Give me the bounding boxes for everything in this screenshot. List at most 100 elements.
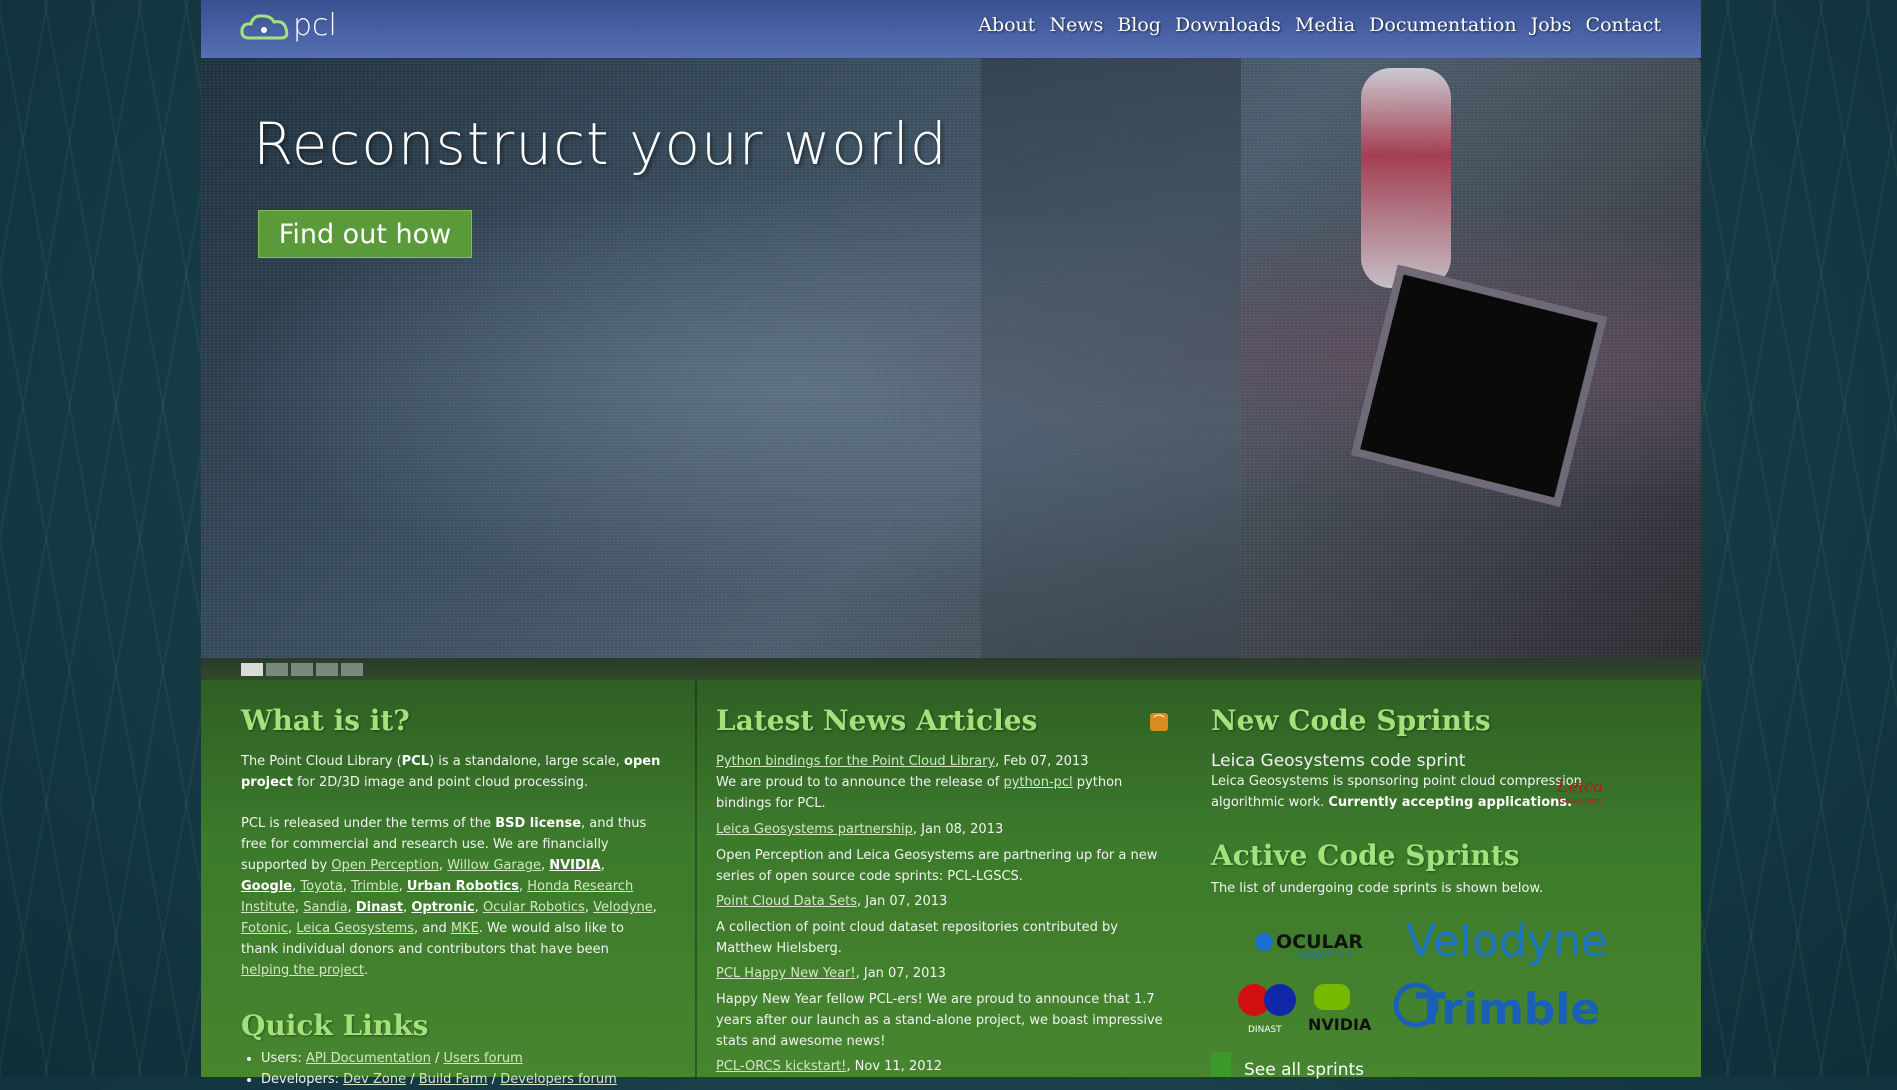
supporter-link[interactable]: Ocular Robotics bbox=[483, 900, 585, 915]
header: pcl About News Blog Downloads Media Docu… bbox=[201, 0, 1701, 58]
text: / bbox=[406, 1072, 419, 1087]
nav-contact[interactable]: Contact bbox=[1586, 14, 1661, 36]
slider-bar bbox=[201, 658, 1701, 680]
active-sprints-text: The list of undergoing code sprints is s… bbox=[1211, 881, 1544, 896]
pcl-logo[interactable]: pcl bbox=[239, 8, 349, 46]
supporter-link[interactable]: Google bbox=[241, 879, 292, 894]
text: and bbox=[422, 921, 451, 936]
trimble-logo[interactable]: Trimble bbox=[1393, 982, 1600, 1035]
supporter-link[interactable]: Leica Geosystems bbox=[296, 921, 414, 936]
what-license: PCL is released under the terms of the B… bbox=[241, 816, 657, 978]
supporter-link[interactable]: Optronic bbox=[411, 900, 474, 915]
new-sprints-heading: New Code Sprints bbox=[1211, 704, 1491, 737]
velodyne-logo[interactable]: Velodyne bbox=[1406, 920, 1608, 967]
text: Users: bbox=[261, 1051, 306, 1066]
column-code-sprints: New Code Sprints Leica Geosystems code s… bbox=[1211, 680, 1661, 1080]
sprint-desc: Leica Geosystems is sponsoring point clo… bbox=[1211, 771, 1591, 813]
sponsor-logos: OCULAR ROBOTICS Velodyne DINAST NVIDIA T… bbox=[1238, 920, 1608, 1035]
text: / bbox=[430, 1051, 444, 1066]
slide-dot-2[interactable] bbox=[266, 663, 288, 676]
supporter-link[interactable]: Sandia bbox=[303, 900, 347, 915]
see-all-sprints-marker[interactable] bbox=[1211, 1052, 1231, 1077]
helping-link[interactable]: helping the project bbox=[241, 963, 364, 978]
news-title-link[interactable]: Point Cloud Data Sets bbox=[716, 894, 857, 909]
news-item-4: PCL Happy New Year!, Jan 07, 2013 bbox=[716, 963, 1176, 984]
supporter-link[interactable]: Open Perception bbox=[331, 858, 439, 873]
rss-icon[interactable] bbox=[1150, 712, 1168, 731]
text: PCL is released under the terms of the bbox=[241, 816, 496, 831]
supporter-link[interactable]: Dinast bbox=[356, 900, 403, 915]
active-sprints-heading: Active Code Sprints bbox=[1211, 839, 1520, 872]
nav-about[interactable]: About bbox=[978, 14, 1035, 36]
supporter-link[interactable]: NVIDIA bbox=[549, 858, 600, 873]
slide-dot-1[interactable] bbox=[241, 663, 263, 676]
supporter-link[interactable]: Toyota bbox=[300, 879, 342, 894]
news-heading: Latest News Articles bbox=[716, 704, 1038, 737]
news-title-link[interactable]: PCL-ORCS kickstart! bbox=[716, 1059, 846, 1074]
news-title-link[interactable]: PCL Happy New Year! bbox=[716, 966, 856, 981]
news-item-3: Point Cloud Data Sets, Jan 07, 2013 bbox=[716, 891, 1176, 912]
text: ) is a standalone, large scale, bbox=[429, 754, 625, 769]
slide-dot-5[interactable] bbox=[341, 663, 363, 676]
dev-forum-link[interactable]: Developers forum bbox=[500, 1072, 617, 1087]
nav-news[interactable]: News bbox=[1049, 14, 1103, 36]
what-heading: What is it? bbox=[241, 704, 410, 737]
python-pcl-link[interactable]: python-pcl bbox=[1003, 775, 1072, 790]
nav-documentation[interactable]: Documentation bbox=[1369, 14, 1516, 36]
nav-blog[interactable]: Blog bbox=[1117, 14, 1161, 36]
hero-scene-figure bbox=[1361, 68, 1451, 288]
news-date: , Nov 11, 2012 bbox=[846, 1059, 943, 1074]
nvidia-logo-text: NVIDIA bbox=[1308, 1015, 1372, 1034]
slide-dot-4[interactable] bbox=[316, 663, 338, 676]
news-date: , Jan 07, 2013 bbox=[855, 966, 946, 981]
dinast-logo-text: DINAST bbox=[1248, 1025, 1282, 1035]
see-all-sprints-link[interactable]: See all sprints bbox=[1244, 1060, 1364, 1080]
api-docs-link[interactable]: API Documentation bbox=[306, 1051, 431, 1066]
leica-logo-subtext: Geosystems bbox=[1559, 797, 1602, 805]
news-date: , Jan 08, 2013 bbox=[912, 822, 1004, 837]
supporter-link[interactable]: Willow Garage bbox=[447, 858, 541, 873]
hero-banner: Reconstruct your world Find out how bbox=[201, 58, 1701, 658]
hero-title: Reconstruct your world bbox=[253, 110, 948, 178]
trimble-logo-text: Trimble bbox=[1416, 984, 1600, 1035]
velodyne-logo-text: Velodyne bbox=[1406, 920, 1608, 967]
mke-link[interactable]: MKE bbox=[451, 921, 479, 936]
text: Developers: bbox=[261, 1072, 344, 1087]
text: We are proud to to announce the release … bbox=[716, 775, 1004, 790]
news-item-1: Python bindings for the Point Cloud Libr… bbox=[716, 751, 1176, 772]
news-title-link[interactable]: Python bindings for the Point Cloud Libr… bbox=[716, 754, 995, 769]
accepting-bold: Currently accepting applications. bbox=[1328, 795, 1573, 810]
news-desc-2: Open Perception and Leica Geosystems are… bbox=[716, 848, 1158, 884]
users-forum-link[interactable]: Users forum bbox=[444, 1051, 523, 1066]
build-farm-link[interactable]: Build Farm bbox=[419, 1072, 488, 1087]
supporter-link[interactable]: Urban Robotics bbox=[407, 879, 519, 894]
quick-links-heading: Quick Links bbox=[241, 1009, 429, 1042]
supporter-link[interactable]: Velodyne bbox=[593, 900, 653, 915]
nvidia-logo[interactable]: NVIDIA bbox=[1308, 984, 1372, 1034]
sprint-title[interactable]: Leica Geosystems code sprint bbox=[1211, 751, 1661, 771]
ocular-robotics-logo[interactable]: OCULAR ROBOTICS bbox=[1255, 931, 1363, 960]
nav-downloads[interactable]: Downloads bbox=[1175, 14, 1281, 36]
find-out-how-button[interactable]: Find out how bbox=[258, 210, 472, 258]
text: / bbox=[487, 1072, 501, 1087]
supporter-link[interactable]: Trimble bbox=[351, 879, 399, 894]
dinast-logo[interactable]: DINAST bbox=[1238, 984, 1296, 1035]
news-date: , Feb 07, 2013 bbox=[995, 754, 1089, 769]
dev-zone-link[interactable]: Dev Zone bbox=[343, 1072, 406, 1087]
nav-jobs[interactable]: Jobs bbox=[1531, 14, 1572, 36]
ocular-logo-subtext: ROBOTICS bbox=[1296, 951, 1353, 960]
nav-media[interactable]: Media bbox=[1295, 14, 1355, 36]
quick-link-developers: Developers: Dev Zone / Build Farm / Deve… bbox=[261, 1069, 661, 1090]
logo-text: pcl bbox=[293, 8, 337, 43]
news-title-link[interactable]: Leica Geosystems partnership bbox=[716, 822, 913, 837]
slide-dot-3[interactable] bbox=[291, 663, 313, 676]
supporter-link[interactable]: Fotonic bbox=[241, 921, 288, 936]
leica-logo[interactable]: Leica Geosystems bbox=[1553, 770, 1609, 810]
pcl-bold: PCL bbox=[401, 754, 430, 769]
leica-logo-text: Leica bbox=[1556, 777, 1603, 797]
content-area: What is it? The Point Cloud Library (PCL… bbox=[201, 680, 1701, 1087]
quick-links-list: Users: API Documentation / Users forum D… bbox=[241, 1048, 661, 1090]
column-what-is-it: What is it? The Point Cloud Library (PCL… bbox=[241, 680, 661, 1087]
quick-link-users: Users: API Documentation / Users forum bbox=[261, 1048, 661, 1069]
cloud-icon bbox=[240, 14, 289, 40]
